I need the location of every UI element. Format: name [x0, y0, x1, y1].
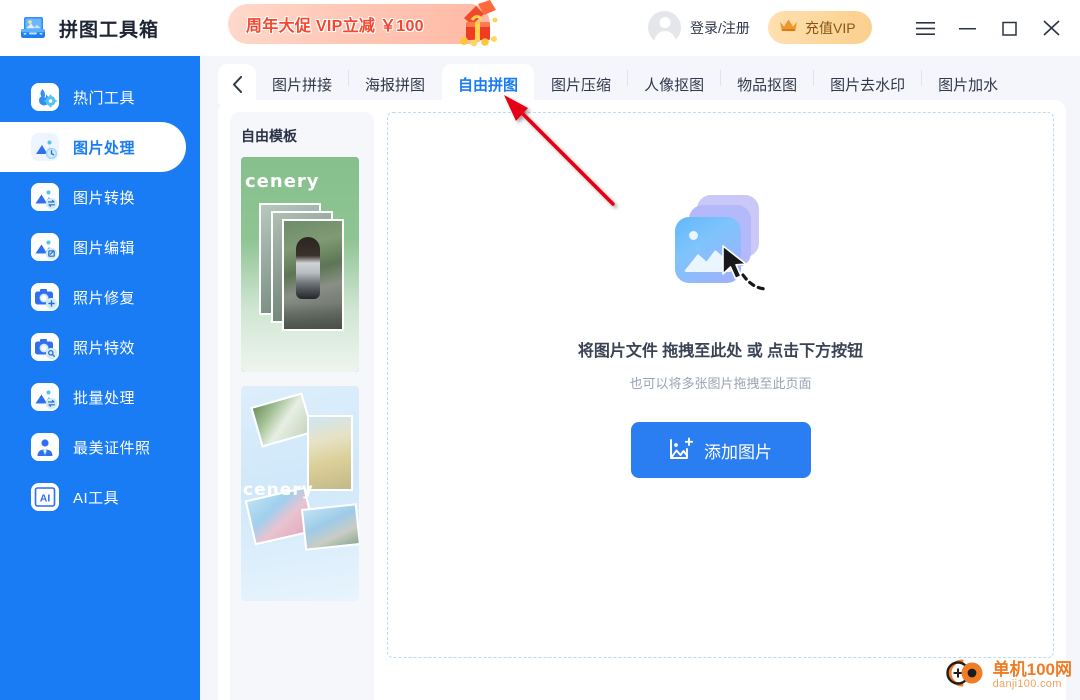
tab-label: 海报拼图 [365, 76, 426, 94]
dropzone-main-text: 将图片文件 拖拽至此处 或 点击下方按钮 [577, 343, 864, 360]
window-controls [904, 0, 1072, 56]
sidebar-item-photo-repair[interactable]: 照片修复 [0, 272, 200, 322]
maximize-icon [1001, 21, 1017, 36]
tab-label: 图片去水印 [830, 76, 906, 94]
sidebar-item-label: AI工具 [73, 489, 120, 507]
title-bar: 拼图工具箱 周年大促 VIP立减 ￥100 登录/注册 充值VIP [0, 0, 1080, 56]
template-thumbnail-blue-scenery[interactable]: cenery [241, 386, 359, 601]
tab-label: 图片压缩 [551, 76, 612, 94]
tab-label: 物品抠图 [737, 76, 798, 94]
dropzone-sub-text: 也可以将多张图片拖拽至此页面 [629, 376, 812, 391]
sidebar-item-label: 照片修复 [73, 289, 136, 307]
tabs-scroll-back-button[interactable] [218, 64, 256, 104]
tab-label: 图片加水 [938, 76, 999, 94]
tab-remove-watermark[interactable]: 图片去水印 [814, 64, 921, 104]
image-convert-icon [31, 183, 59, 211]
tab-image-compress[interactable]: 图片压缩 [535, 64, 627, 104]
template-caption: cenery [245, 171, 320, 192]
chevron-left-icon [232, 75, 242, 93]
sidebar-item-label: 批量处理 [73, 389, 136, 407]
sidebar-item-image-edit[interactable]: 图片编辑 [0, 222, 200, 272]
sidebar-item-image-process[interactable]: 图片处理 [0, 122, 186, 172]
tab-poster-collage[interactable]: 海报拼图 [349, 64, 441, 104]
sidebar-item-ai-tools[interactable]: AI AI工具 [0, 472, 200, 522]
account-area[interactable]: 登录/注册 [648, 11, 750, 44]
user-avatar-icon [648, 11, 681, 44]
image-process-icon [31, 133, 59, 161]
sidebar-item-label: 照片特效 [73, 339, 136, 357]
sidebar-item-label: 热门工具 [73, 89, 136, 107]
photo-sun-dot [688, 231, 698, 240]
hamburger-icon [915, 21, 935, 35]
pointer-cursor-icon [721, 245, 773, 308]
site-watermark: 单机100网 danji100.com [941, 657, 1072, 694]
tab-list: 图片拼接 海报拼图 自由拼图 图片压缩 人像抠图 物品抠图 图片去水印 图片加水 [256, 64, 1080, 104]
sidebar-navigation: 热门工具 图片处理 图片转换 图片编辑 照片修复 照片特效 批量处理 最美证件照… [0, 56, 200, 700]
photo-repair-icon [31, 283, 59, 311]
hot-tools-icon [31, 83, 59, 111]
gift-box-icon [434, 0, 504, 48]
tab-label: 图片拼接 [272, 76, 333, 94]
minimize-icon [958, 27, 976, 29]
content-area: 图片拼接 海报拼图 自由拼图 图片压缩 人像抠图 物品抠图 图片去水印 图片加水… [200, 56, 1080, 700]
sidebar-item-hot-tools[interactable]: 热门工具 [0, 72, 200, 122]
promo-banner[interactable]: 周年大促 VIP立减 ￥100 [228, 0, 498, 47]
sidebar-item-id-photo[interactable]: 最美证件照 [0, 422, 200, 472]
add-image-button[interactable]: 添加图片 [630, 422, 811, 478]
login-register-link[interactable]: 登录/注册 [690, 18, 750, 38]
close-button[interactable] [1030, 7, 1072, 49]
tool-panel-card: 自由模板 cenery cenery 将图片文件 拖拽至此处 或 点击下方按钮 … [218, 100, 1066, 700]
tab-label: 自由拼图 [458, 76, 519, 94]
sidebar-item-label: 图片处理 [73, 139, 136, 157]
tab-portrait-cutout[interactable]: 人像抠图 [628, 64, 720, 104]
sidebar-item-label: 最美证件照 [73, 439, 151, 457]
template-photo-slot [300, 503, 359, 551]
watermark-text: 单机100网 danji100.com [992, 659, 1072, 690]
sidebar-item-batch-process[interactable]: 批量处理 [0, 372, 200, 422]
ai-tools-icon: AI [31, 483, 59, 511]
template-thumbnail-green-scenery[interactable]: cenery [241, 157, 359, 372]
photo-effect-icon [31, 333, 59, 361]
app-brand: 拼图工具箱 [0, 0, 200, 56]
sidebar-item-label: 图片转换 [73, 189, 136, 207]
id-photo-icon [31, 433, 59, 461]
recharge-vip-label: 充值VIP [805, 19, 856, 36]
minimize-button[interactable] [946, 7, 988, 49]
tab-free-collage[interactable]: 自由拼图 [442, 64, 535, 104]
danji100-logo-icon [941, 657, 987, 694]
sidebar-item-label: 图片编辑 [73, 239, 136, 257]
crown-icon [779, 18, 798, 38]
tab-image-stitch[interactable]: 图片拼接 [256, 64, 348, 104]
tool-tab-bar: 图片拼接 海报拼图 自由拼图 图片压缩 人像抠图 物品抠图 图片去水印 图片加水 [200, 60, 1080, 104]
tab-object-cutout[interactable]: 物品抠图 [721, 64, 813, 104]
promo-banner-text: 周年大促 VIP立减 ￥100 [246, 18, 424, 35]
template-caption: cenery [243, 480, 314, 500]
tab-label: 人像抠图 [644, 76, 705, 94]
watermark-cn: 单机100网 [992, 659, 1072, 679]
image-dropzone[interactable]: 将图片文件 拖拽至此处 或 点击下方按钮 也可以将多张图片拖拽至此页面 添加图片 [387, 112, 1054, 658]
sidebar-item-photo-effect[interactable]: 照片特效 [0, 322, 200, 372]
template-panel: 自由模板 cenery cenery [230, 112, 374, 700]
dropzone-content: 将图片文件 拖拽至此处 或 点击下方按钮 也可以将多张图片拖拽至此页面 添加图片 [388, 191, 1053, 478]
maximize-button[interactable] [988, 7, 1030, 49]
template-photo-slot [307, 415, 353, 491]
template-photo-slot [282, 219, 344, 331]
add-image-icon [669, 437, 694, 464]
stacked-photos-icon [669, 191, 773, 303]
svg-text:AI: AI [40, 493, 51, 505]
menu-button[interactable] [904, 7, 946, 49]
app-title: 拼图工具箱 [59, 19, 160, 41]
toolbox-image-icon [18, 13, 48, 43]
tab-add-watermark[interactable]: 图片加水 [922, 64, 1014, 104]
image-edit-icon [31, 233, 59, 261]
template-panel-title: 自由模板 [241, 128, 297, 144]
batch-process-icon [31, 383, 59, 411]
watermark-en: danji100.com [992, 677, 1062, 690]
close-icon [1042, 20, 1060, 36]
application-window: 拼图工具箱 周年大促 VIP立减 ￥100 登录/注册 充值VIP 热门工具 图… [0, 0, 1080, 700]
sidebar-item-image-convert[interactable]: 图片转换 [0, 172, 200, 222]
add-image-button-label: 添加图片 [704, 442, 772, 462]
recharge-vip-button[interactable]: 充值VIP [768, 11, 872, 44]
